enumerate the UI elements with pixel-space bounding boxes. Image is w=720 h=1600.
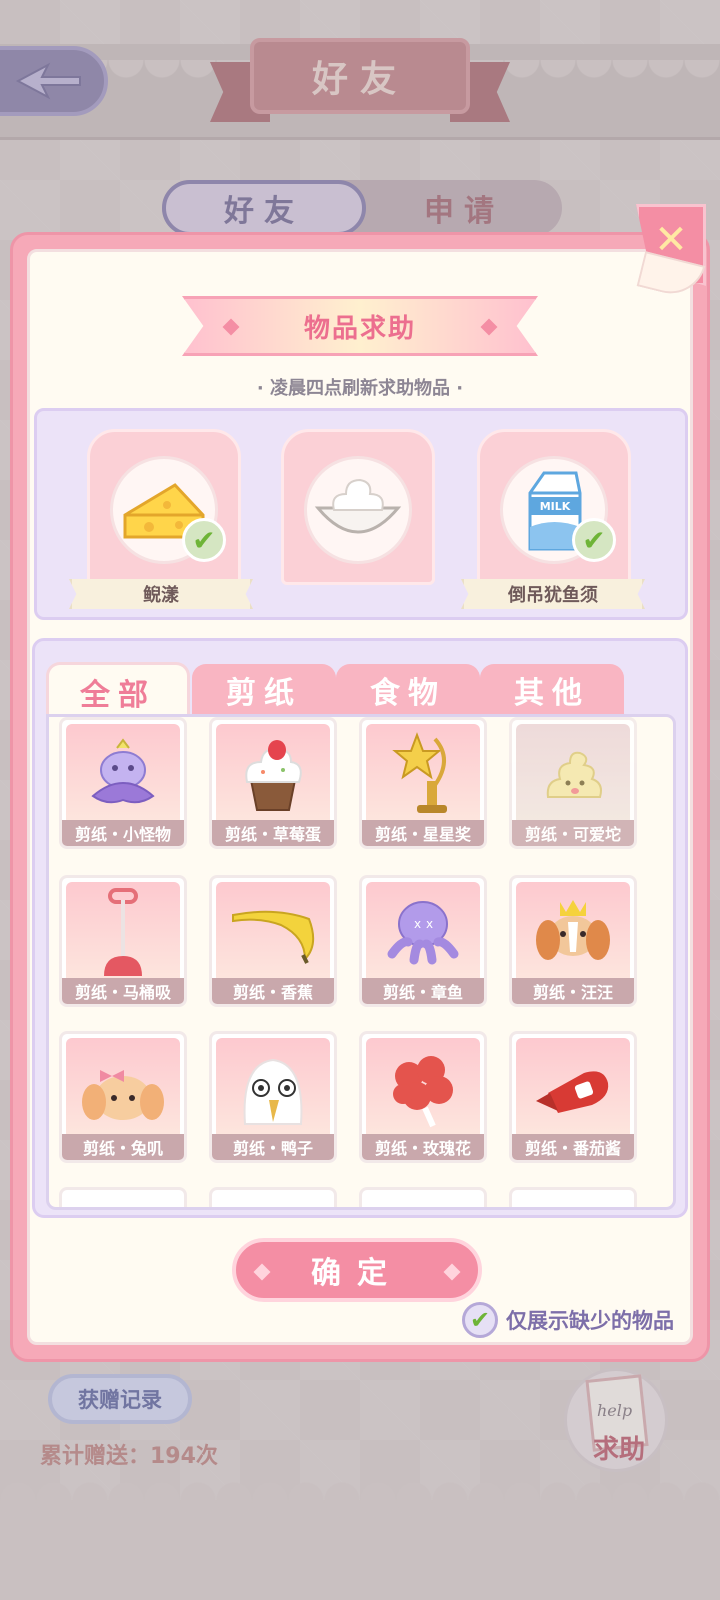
- item-card[interactable]: [59, 1187, 187, 1207]
- check-icon: ✔: [462, 1302, 498, 1338]
- request-slots-panel: ✔ 鲵漾 MILK ✔ 倒吊犹鱼须: [34, 408, 688, 620]
- refresh-subtitle: · 凌晨四点刷新求助物品 ·: [256, 378, 464, 399]
- item-card[interactable]: 剪纸・鸭子: [209, 1031, 337, 1163]
- star-trophy-icon: [366, 724, 480, 824]
- item-name: 剪纸・可爱坨: [512, 820, 634, 846]
- duck-icon: [216, 1038, 330, 1138]
- slot-label: 鲵漾: [69, 579, 253, 609]
- item-name: 剪纸・章鱼: [362, 978, 484, 1004]
- missing-only-label: 仅展示缺少的物品: [506, 1309, 674, 1333]
- diamond-icon: [480, 318, 498, 336]
- bunny-icon: [66, 1038, 180, 1138]
- svg-text:x: x: [426, 917, 433, 931]
- item-card[interactable]: [359, 1187, 487, 1207]
- svg-text:MILK: MILK: [540, 500, 571, 513]
- item-card[interactable]: 剪纸・马桶吸: [59, 875, 187, 1007]
- item-card[interactable]: 剪纸・小怪物: [59, 717, 187, 849]
- cute-swirl-icon: [516, 724, 630, 824]
- request-slot[interactable]: ✔: [87, 429, 241, 585]
- ribbon-body: 好友: [250, 38, 470, 114]
- tab-all[interactable]: 全部: [46, 662, 190, 718]
- item-card[interactable]: 剪纸・草莓蛋: [209, 717, 337, 849]
- gift-total-text: 累计赠送：194次: [40, 1444, 218, 1469]
- check-icon: ✔: [182, 518, 226, 562]
- request-slot[interactable]: [281, 429, 435, 585]
- plunger-icon: [66, 882, 180, 982]
- footer-lace: [0, 1482, 720, 1600]
- ketchup-icon: [516, 1038, 630, 1138]
- item-card[interactable]: 剪纸・汪汪: [509, 875, 637, 1007]
- item-name: 剪纸・汪汪: [512, 978, 634, 1004]
- close-button[interactable]: ✕: [636, 204, 706, 301]
- diamond-icon: [443, 1263, 461, 1281]
- diamond-icon: [253, 1263, 271, 1281]
- item-card[interactable]: 剪纸・番茄酱: [509, 1031, 637, 1163]
- page-title-ribbon: 好友: [210, 38, 510, 128]
- item-card[interactable]: 剪纸・星星奖: [359, 717, 487, 849]
- item-name: 剪纸・马桶吸: [62, 978, 184, 1004]
- cream-bowl-icon: [304, 456, 412, 564]
- item-name: 剪纸・小怪物: [62, 820, 184, 846]
- item-name: 剪纸・香蕉: [212, 978, 334, 1004]
- modal-title-banner: 物品求助: [182, 296, 538, 356]
- help-request-label: 求助: [592, 1435, 645, 1465]
- friend-tabs: 好友 申请: [162, 180, 562, 236]
- slot-label: 倒吊犹鱼须: [461, 579, 645, 609]
- item-card[interactable]: [209, 1187, 337, 1207]
- page-title: 好友: [311, 59, 408, 100]
- item-card[interactable]: 剪纸・兔叽: [59, 1031, 187, 1163]
- tab-paper-cut[interactable]: 剪纸: [192, 664, 336, 716]
- item-name: 剪纸・兔叽: [62, 1134, 184, 1160]
- request-slot[interactable]: MILK ✔: [477, 429, 631, 585]
- rose-icon: [366, 1038, 480, 1138]
- tab-food[interactable]: 食物: [336, 664, 480, 716]
- back-arrow-icon: [15, 62, 81, 100]
- item-name: 剪纸・鸭子: [212, 1134, 334, 1160]
- item-name: 剪纸・草莓蛋: [212, 820, 334, 846]
- help-note-text: help: [597, 1401, 633, 1420]
- strawberry-cupcake-icon: [216, 724, 330, 824]
- item-card[interactable]: [509, 1187, 637, 1207]
- item-card[interactable]: 剪纸・可爱坨: [509, 717, 637, 849]
- confirm-button[interactable]: 确定: [232, 1238, 482, 1302]
- tab-friends[interactable]: 好友: [162, 180, 366, 236]
- item-grid: 剪纸・小怪物 剪纸・草莓蛋 剪纸・星星奖 剪纸・可爱坨 剪纸・马桶吸 剪纸・香蕉…: [46, 714, 676, 1210]
- gift-record-button[interactable]: 获赠记录: [48, 1374, 192, 1424]
- missing-only-toggle[interactable]: ✔ 仅展示缺少的物品: [462, 1300, 674, 1340]
- svg-text:x: x: [414, 917, 421, 931]
- puppy-icon: [516, 882, 630, 982]
- help-request-button[interactable]: help 求助: [564, 1368, 668, 1472]
- item-name: 剪纸・番茄酱: [512, 1134, 634, 1160]
- tab-requests[interactable]: 申请: [366, 180, 562, 236]
- tab-other[interactable]: 其他: [480, 664, 624, 716]
- octopus-icon: x x: [366, 882, 480, 982]
- category-tabs: 全部 剪纸 食物 其他: [46, 662, 626, 718]
- back-button[interactable]: [0, 46, 108, 116]
- banana-icon: [216, 882, 330, 982]
- confirm-label: 确定: [311, 1256, 403, 1291]
- modal-title: 物品求助: [303, 313, 416, 344]
- item-card[interactable]: x x 剪纸・章鱼: [359, 875, 487, 1007]
- little-monster-icon: [66, 724, 180, 824]
- diamond-icon: [222, 318, 240, 336]
- item-name: 剪纸・玫瑰花: [362, 1134, 484, 1160]
- item-name: 剪纸・星星奖: [362, 820, 484, 846]
- check-icon: ✔: [572, 518, 616, 562]
- item-card[interactable]: 剪纸・玫瑰花: [359, 1031, 487, 1163]
- item-card[interactable]: 剪纸・香蕉: [209, 875, 337, 1007]
